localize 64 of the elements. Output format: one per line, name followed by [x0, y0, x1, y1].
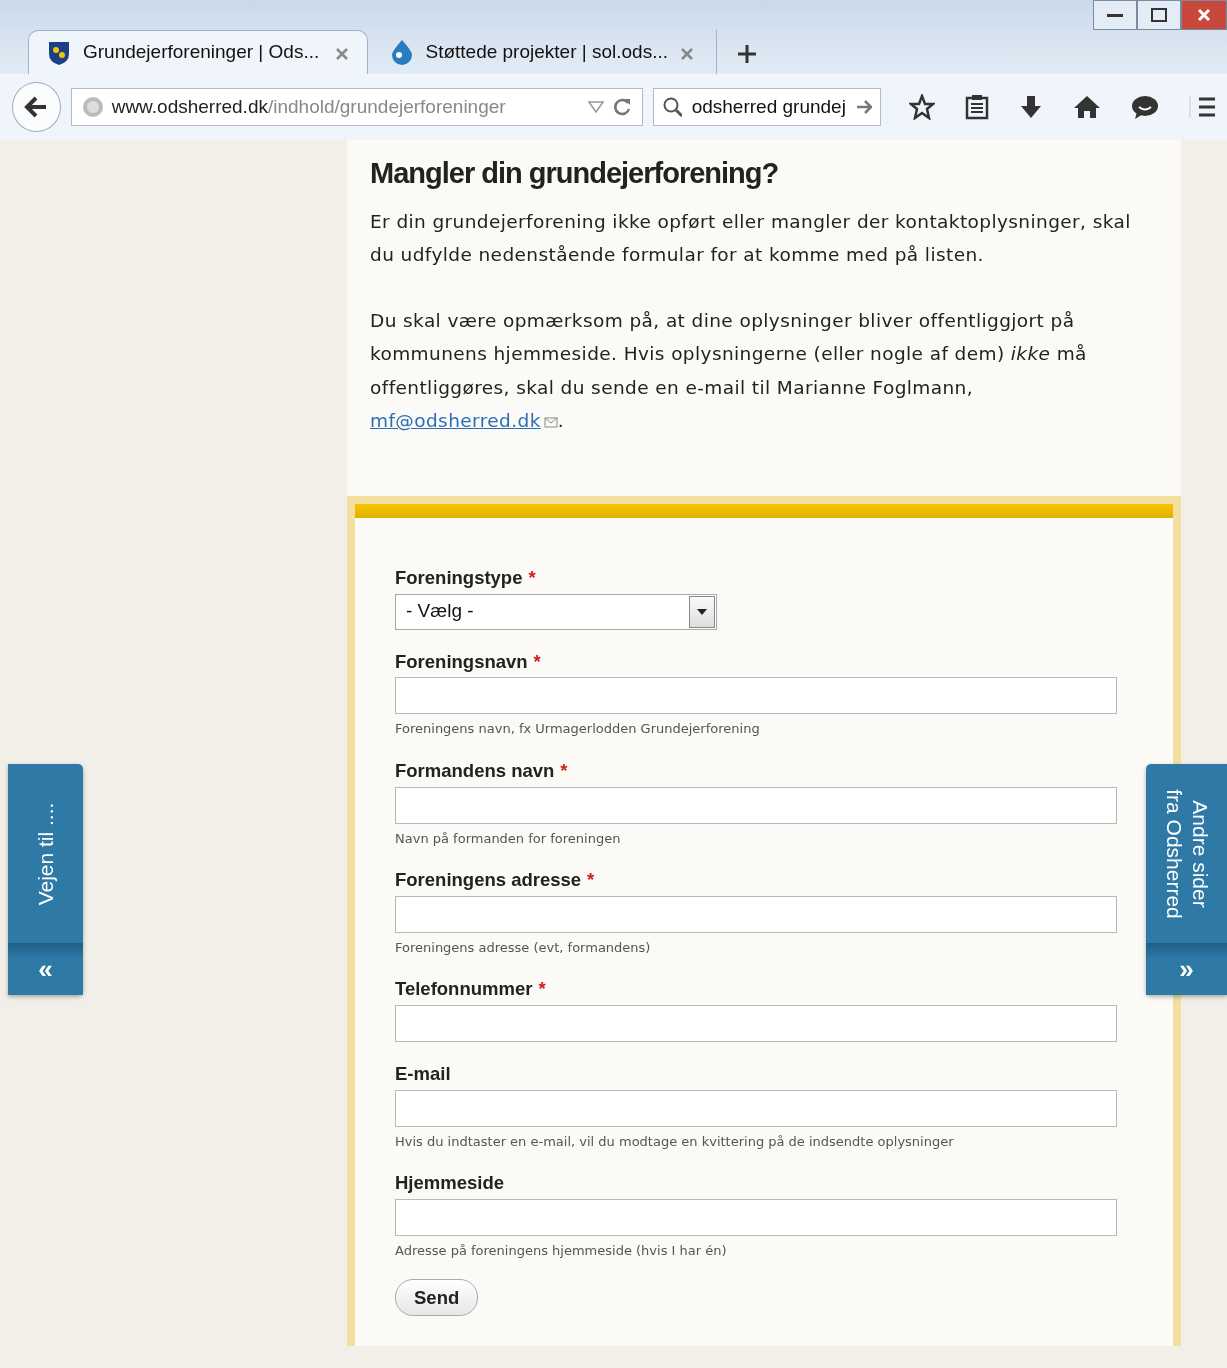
field-label: Foreningens adresse * [395, 868, 596, 893]
input-field[interactable] [395, 677, 1117, 715]
drop-icon [390, 39, 414, 65]
required-mark: * [587, 869, 595, 891]
field-hint: Foreningens adresse (evt, formandens) [395, 938, 652, 957]
search-icon [662, 96, 682, 118]
field-label: Foreningstype * [395, 565, 537, 590]
browser-tab[interactable]: Støttede projekter | sol.ods... [372, 30, 712, 74]
shield-icon [47, 39, 71, 66]
side-tab[interactable]: Andre sider fra Odsherred » [1146, 764, 1227, 995]
arrow-left-icon [24, 96, 49, 118]
search-text: odsherred grundej [691, 94, 846, 119]
required-mark: * [533, 650, 541, 672]
home-icon[interactable] [1073, 95, 1101, 119]
field-label: E-mail [395, 1062, 452, 1087]
minimize-icon [1107, 12, 1123, 18]
clipboard-icon[interactable] [965, 94, 989, 120]
required-mark: * [538, 978, 546, 1000]
dropdown-icon[interactable] [588, 101, 604, 113]
field-hint: Adresse på foreningens hjemmeside (hvis I har én) [395, 1242, 728, 1261]
side-tab-label: fra Odsherred [1161, 788, 1187, 919]
arrow-right-icon[interactable] [855, 99, 872, 115]
field-hint: Hvis du indtaster en e-mail, vil du modtage en kvittering på de indsendte oplysninger [395, 1132, 955, 1151]
close-icon [1197, 8, 1211, 22]
required-mark: * [528, 566, 536, 588]
side-tab-label: Andre sider [1187, 799, 1213, 908]
side-tab[interactable]: Vejen til .... « [8, 764, 83, 995]
input-field[interactable] [395, 895, 1117, 933]
input-field[interactable] [395, 1005, 1117, 1043]
field-label: Hjemmeside [395, 1171, 505, 1196]
input-field[interactable] [395, 786, 1117, 824]
email-link[interactable]: mf@odsherred.dk [370, 410, 558, 432]
envelope-icon [543, 416, 558, 428]
address-bar[interactable]: www.odsherred.dk/indhold/grundejerforeninger [70, 88, 643, 126]
field-hint: Navn på formanden for foreningen [395, 829, 622, 848]
search-field[interactable]: odsherred grundej [653, 88, 881, 126]
send-button[interactable]: Send [395, 1278, 479, 1317]
field-label: Telefonnummer * [395, 977, 547, 1002]
tab-title: Støttede projekter | sol.ods... [425, 39, 668, 64]
paragraph: Du skal være opmærksom på, at dine oplysninger bliver offentliggjort på kommunens hjemmeside. Hvis oplysningerne (eller nogle af dem) ikke må offentliggøres, skal du sende en e-mail til Marianne Foglmann, mf@odsherred.dk . [370, 308, 1088, 434]
url-path: /indhold/grundejerforeninger [267, 95, 506, 117]
close-button[interactable] [1181, 0, 1227, 30]
field-label: Formandens navn * [395, 758, 569, 783]
star-icon[interactable] [909, 94, 935, 120]
tab-title: Grundejerforeninger | Ods... [83, 40, 321, 65]
reload-icon[interactable] [612, 97, 632, 117]
browser-tab[interactable]: Grundejerforeninger | Ods... [28, 30, 368, 74]
input-field[interactable] [395, 1089, 1117, 1127]
field-hint: Foreningens navn, fx Urmagerlodden Grundejerforening [395, 720, 761, 739]
url-host: www.odsherred.dk [111, 95, 268, 117]
maximize-button[interactable] [1137, 0, 1181, 30]
paragraph: Er din grundejerforening ikke opført eller mangler der kontaktoplysninger, skal du udfylde nedenstående formular for at komme med på listen. [370, 209, 1131, 268]
minimize-button[interactable] [1093, 0, 1137, 30]
field-label: Foreningsnavn * [395, 649, 542, 674]
side-tab-label: Vejen til .... [32, 802, 58, 905]
download-icon[interactable] [1019, 94, 1043, 120]
chat-icon[interactable] [1131, 94, 1159, 120]
back-button[interactable] [12, 82, 61, 132]
required-mark: * [560, 759, 568, 781]
maximize-icon [1151, 8, 1167, 22]
page-heading: Mangler din grundejerforening? [370, 156, 780, 191]
select-field[interactable]: - Vælg - [395, 593, 717, 630]
menu-icon[interactable] [1189, 96, 1215, 118]
input-field[interactable] [395, 1199, 1117, 1237]
